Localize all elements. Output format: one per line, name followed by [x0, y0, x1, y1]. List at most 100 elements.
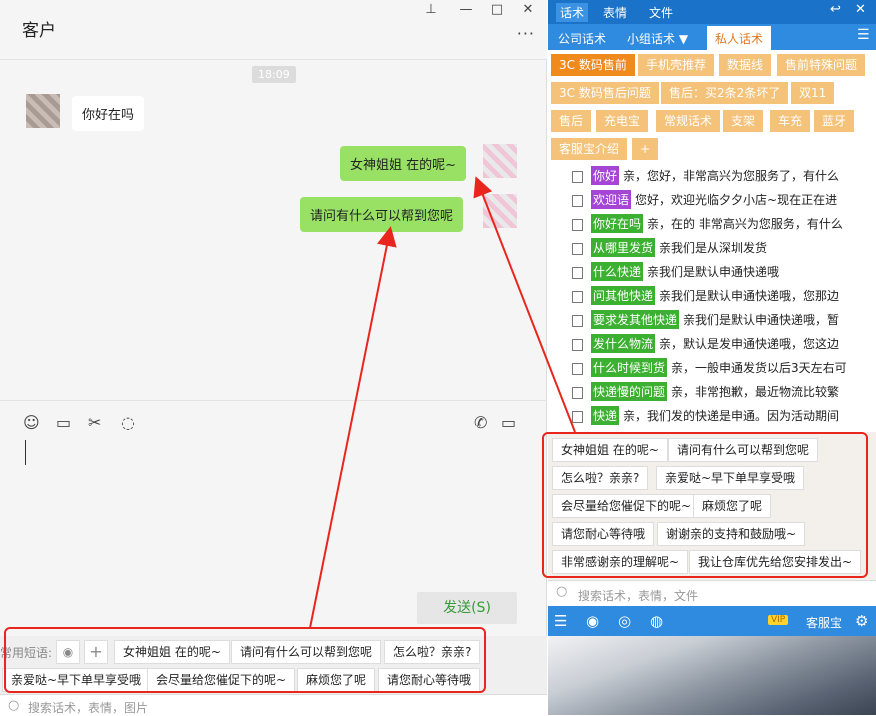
- tab-private-scripts[interactable]: 私人话术: [707, 26, 772, 51]
- phone-icon[interactable]: ✆: [474, 413, 487, 432]
- category[interactable]: 售后: [551, 110, 592, 132]
- search-icon: ○: [556, 584, 568, 599]
- more-icon[interactable]: ···: [517, 24, 535, 43]
- send-button[interactable]: 发送(S): [417, 592, 517, 624]
- category[interactable]: 蓝牙: [814, 110, 855, 132]
- phrase-tag: 什么时候到货: [591, 358, 668, 377]
- minimize-icon[interactable]: —: [456, 2, 476, 17]
- phrase-tag: 什么快递: [591, 262, 644, 281]
- sub-tabs: 公司话术 小组话术 ▼ 私人话术 ☰: [548, 24, 876, 51]
- category[interactable]: 售后：买2条2条坏了: [661, 82, 789, 104]
- category[interactable]: 售前特殊问题: [777, 54, 866, 76]
- phrase-tag: 欢迎语: [591, 190, 632, 209]
- document-icon: [572, 194, 583, 207]
- phrase-row[interactable]: 从哪里发货 亲我们是从深圳发货: [572, 238, 872, 260]
- phrase-text: 亲，我们发的快递是申通。因为活动期间: [623, 409, 840, 423]
- agent-avatar[interactable]: [483, 144, 517, 178]
- maximize-icon[interactable]: □: [487, 2, 507, 17]
- customer-avatar[interactable]: [26, 94, 60, 128]
- timestamp: 18:09: [252, 66, 296, 83]
- wechat-icon[interactable]: ◍: [650, 612, 663, 630]
- kefubao-label[interactable]: 客服宝: [806, 614, 842, 631]
- phrase-text: 亲，您好，非常高兴为您服务了，有什么: [623, 169, 840, 183]
- window-title: 客户: [22, 21, 56, 41]
- category[interactable]: 支架: [723, 110, 764, 132]
- phrase-row[interactable]: 发什么物流 亲，默认是发申通快递哦，您这边: [572, 334, 872, 356]
- tab-company-scripts[interactable]: 公司话术: [558, 30, 606, 47]
- search-placeholder: 搜索话术，表情，文件: [578, 589, 699, 603]
- phrase-tag: 要求发其他快递: [591, 310, 680, 329]
- background-image: [548, 636, 876, 715]
- document-icon: [572, 410, 583, 423]
- category[interactable]: 数据线: [719, 54, 772, 76]
- back-icon[interactable]: ↩: [830, 2, 841, 17]
- phrase-text: 亲，在的 非常高兴为您服务，有什么: [647, 217, 843, 231]
- scissors-icon[interactable]: ✂: [88, 413, 101, 432]
- phrase-text: 亲我们是默认申通快递哦，暂: [683, 313, 840, 327]
- outgoing-message: 女神姐姐 在的呢~: [340, 146, 467, 181]
- document-icon: [572, 338, 583, 351]
- outgoing-message: 请问有什么可以帮到您呢: [300, 197, 464, 232]
- video-icon[interactable]: ▭: [501, 413, 516, 432]
- category[interactable]: 车充: [770, 110, 811, 132]
- document-icon: [572, 386, 583, 399]
- incoming-message: 你好在吗: [72, 96, 145, 131]
- tab-files[interactable]: 文件: [649, 4, 673, 21]
- close-icon[interactable]: ✕: [518, 2, 538, 17]
- script-panel: 话术 表情 文件 ↩ ✕ 公司话术 小组话术 ▼ 私人话术 ☰ 3C 数码售前 …: [548, 0, 876, 715]
- search-placeholder: 搜索话术，表情，图片: [28, 701, 149, 715]
- phrase-tag: 问其他快递: [591, 286, 656, 305]
- emoji-icon[interactable]: ☺: [23, 413, 40, 432]
- category[interactable]: 3C 数码售前: [551, 54, 635, 76]
- annotation-box: [4, 627, 486, 693]
- phrase-row[interactable]: 快递慢的问题 亲，非常抱歉，最近物流比较繁: [572, 382, 872, 404]
- document-icon: [572, 362, 583, 375]
- eye-icon[interactable]: ◉: [586, 612, 599, 630]
- category[interactable]: 3C 数码售后问题: [551, 82, 659, 104]
- pin-icon[interactable]: ⊥: [421, 2, 441, 17]
- category[interactable]: 充电宝: [596, 110, 649, 132]
- document-icon: [572, 218, 583, 231]
- phrase-row[interactable]: 什么时候到货 亲，一般申通发货以后3天左右可: [572, 358, 872, 380]
- folder-icon[interactable]: ▭: [56, 413, 71, 432]
- eye-outline-icon[interactable]: ◎: [618, 612, 631, 630]
- phrase-row[interactable]: 你好 亲，您好，非常高兴为您服务了，有什么: [572, 166, 872, 188]
- close-icon[interactable]: ✕: [855, 2, 866, 17]
- phrase-row[interactable]: 要求发其他快递 亲我们是默认申通快递哦，暂: [572, 310, 872, 332]
- category[interactable]: 双11: [791, 82, 835, 104]
- bottom-bar: ☰ ◉ ◎ ◍ VIP 客服宝 ⚙: [548, 606, 876, 636]
- document-icon: [572, 290, 583, 303]
- gear-icon[interactable]: ⚙: [855, 612, 868, 630]
- right-search[interactable]: ○ 搜索话术，表情，文件: [548, 580, 876, 606]
- phrase-tag: 快递慢的问题: [591, 382, 668, 401]
- list-icon[interactable]: ☰: [554, 612, 567, 630]
- phrase-row[interactable]: 快递 亲，我们发的快递是申通。因为活动期间: [572, 406, 872, 428]
- tab-scripts[interactable]: 话术: [556, 3, 589, 22]
- input-toolbar: ☺ ▭ ✂ ◌ ✆ ▭: [0, 400, 547, 444]
- phrase-row[interactable]: 问其他快递 亲我们是默认申通快递哦，您那边: [572, 286, 872, 308]
- chat-bubble-icon[interactable]: ◌: [121, 413, 135, 432]
- phrase-row[interactable]: 欢迎语 您好，欢迎光临夕夕小店~现在正在进: [572, 190, 872, 212]
- text-caret[interactable]: [25, 440, 26, 465]
- category[interactable]: 常规话术: [656, 110, 721, 132]
- phrase-row[interactable]: 你好在吗 亲，在的 非常高兴为您服务，有什么: [572, 214, 872, 236]
- tab-group-scripts[interactable]: 小组话术 ▼: [627, 30, 688, 47]
- menu-icon[interactable]: ☰: [857, 27, 870, 43]
- left-search[interactable]: ○ 搜索话术，表情，图片: [0, 694, 547, 715]
- document-icon: [572, 314, 583, 327]
- phrase-tag: 快递: [591, 406, 620, 425]
- search-icon: ○: [8, 698, 20, 713]
- category[interactable]: 手机壳推荐: [638, 54, 715, 76]
- agent-avatar[interactable]: [483, 194, 517, 228]
- phrase-text: 亲我们是从深圳发货: [659, 241, 768, 255]
- chat-window: 客户 ⊥ — □ ✕ ··· 18:09 你好在吗 女神姐姐 在的呢~ 请问有什…: [0, 0, 547, 715]
- category[interactable]: 客服宝介绍: [551, 138, 628, 160]
- add-category-button[interactable]: +: [632, 138, 659, 160]
- top-tabs: 话术 表情 文件 ↩ ✕: [548, 0, 876, 24]
- phrase-tag: 从哪里发货: [591, 238, 656, 257]
- tab-emoji[interactable]: 表情: [603, 4, 627, 21]
- phrase-text: 亲我们是默认申通快递哦: [647, 265, 780, 279]
- phrase-row[interactable]: 什么快递 亲我们是默认申通快递哦: [572, 262, 872, 284]
- phrase-tag: 你好在吗: [591, 214, 644, 233]
- phrase-text: 亲，非常抱歉，最近物流比较繁: [671, 385, 840, 399]
